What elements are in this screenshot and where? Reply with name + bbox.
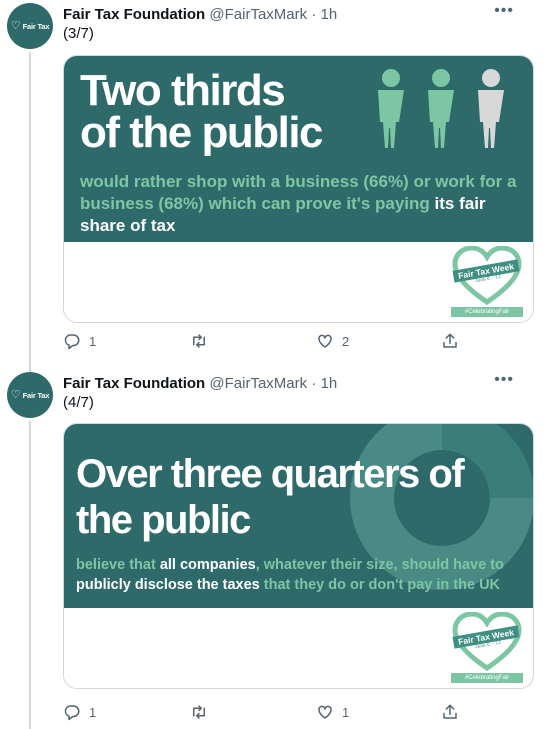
- like-button[interactable]: 1: [316, 703, 349, 721]
- person-icon: [378, 69, 504, 148]
- image-subtext: would rather shop with a business (66%) …: [80, 171, 520, 237]
- avatar-text: Fair Tax: [22, 390, 50, 400]
- separator-dot: ·: [311, 6, 317, 23]
- fair-tax-week-badge: Fair Tax Week June 6 – 12 #CelebratingFa…: [451, 612, 523, 683]
- tweet-image[interactable]: Over three quarters of the public believ…: [63, 423, 534, 689]
- reply-button[interactable]: 1: [63, 332, 96, 350]
- more-icon[interactable]: •••: [494, 1, 514, 21]
- image-subtext-part: that they do or don't pay in the UK: [259, 577, 501, 593]
- tweet-header: Fair Tax Foundation @FairTaxMark · 1h ••…: [63, 2, 530, 25]
- tweet-text: (3/7): [63, 25, 94, 42]
- like-icon: [318, 334, 332, 348]
- share-button[interactable]: [441, 332, 459, 350]
- thread-line: [29, 421, 31, 729]
- reply-icon: [64, 705, 80, 721]
- like-button[interactable]: 2: [316, 332, 349, 350]
- retweet-button[interactable]: [189, 703, 217, 721]
- image-subtext-part: , whatever their size, should have to: [255, 557, 504, 573]
- timestamp[interactable]: 1h: [320, 6, 337, 23]
- more-icon[interactable]: •••: [494, 370, 514, 390]
- retweet-button[interactable]: [189, 332, 217, 350]
- tweet-actions: 1 1: [63, 703, 483, 723]
- display-name[interactable]: Fair Tax Foundation: [63, 6, 205, 23]
- avatar-text: Fair Tax: [22, 21, 50, 31]
- tweet[interactable]: ♡ Fair Tax Fair Tax Foundation @FairTaxM…: [0, 365, 550, 729]
- share-button[interactable]: [441, 703, 459, 721]
- image-subtext-part: believe that: [76, 557, 160, 573]
- image-subtext: believe that all companies, whatever the…: [76, 555, 531, 595]
- reply-button[interactable]: 1: [63, 703, 96, 721]
- image-banner: Two thirds of the public would rather sh…: [64, 56, 533, 242]
- retweet-icon: [193, 705, 205, 719]
- thread-line: [29, 52, 31, 377]
- heart-logo-icon: ♡: [10, 19, 21, 32]
- avatar[interactable]: ♡ Fair Tax: [7, 3, 53, 49]
- tweet-text: (4/7): [63, 394, 94, 411]
- reply-count: 1: [89, 333, 97, 349]
- image-headline-line-1: Over three quarters of: [76, 452, 465, 496]
- tweet-header: Fair Tax Foundation @FairTaxMark · 1h ••…: [63, 371, 530, 394]
- image-banner: Over three quarters of the public believ…: [64, 424, 533, 608]
- tweet-image[interactable]: Two thirds of the public would rather sh…: [63, 55, 534, 323]
- like-icon: [318, 705, 332, 719]
- image-subtext-part: publicly disclose the taxes: [76, 577, 260, 593]
- timestamp[interactable]: 1h: [320, 375, 337, 392]
- image-headline-line-1: Two thirds: [80, 66, 286, 115]
- heart-logo-icon: ♡: [10, 388, 21, 401]
- share-icon: [443, 704, 457, 719]
- separator-dot: ·: [311, 375, 317, 392]
- like-count: 2: [342, 333, 350, 349]
- handle[interactable]: @FairTaxMark: [209, 6, 307, 23]
- reply-count: 1: [89, 704, 97, 720]
- badge-hashtag: #CelebratingFair: [451, 307, 523, 317]
- tweet[interactable]: ♡ Fair Tax Fair Tax Foundation @FairTaxM…: [0, 0, 550, 377]
- image-headline-line-2: the public: [76, 498, 251, 542]
- image-subtext-part: all companies: [159, 557, 256, 573]
- retweet-icon: [193, 334, 205, 348]
- avatar[interactable]: ♡ Fair Tax: [7, 372, 53, 418]
- badge-hashtag: #CelebratingFair: [451, 673, 523, 683]
- fair-tax-week-badge: Fair Tax Week June 6 – 12 #CelebratingFa…: [451, 246, 523, 317]
- share-icon: [443, 333, 457, 348]
- tweet-actions: 1 2: [63, 332, 483, 352]
- display-name[interactable]: Fair Tax Foundation: [63, 375, 205, 392]
- reply-icon: [64, 334, 80, 350]
- handle[interactable]: @FairTaxMark: [209, 375, 307, 392]
- like-count: 1: [342, 704, 350, 720]
- image-headline-line-2: of the public: [80, 108, 324, 157]
